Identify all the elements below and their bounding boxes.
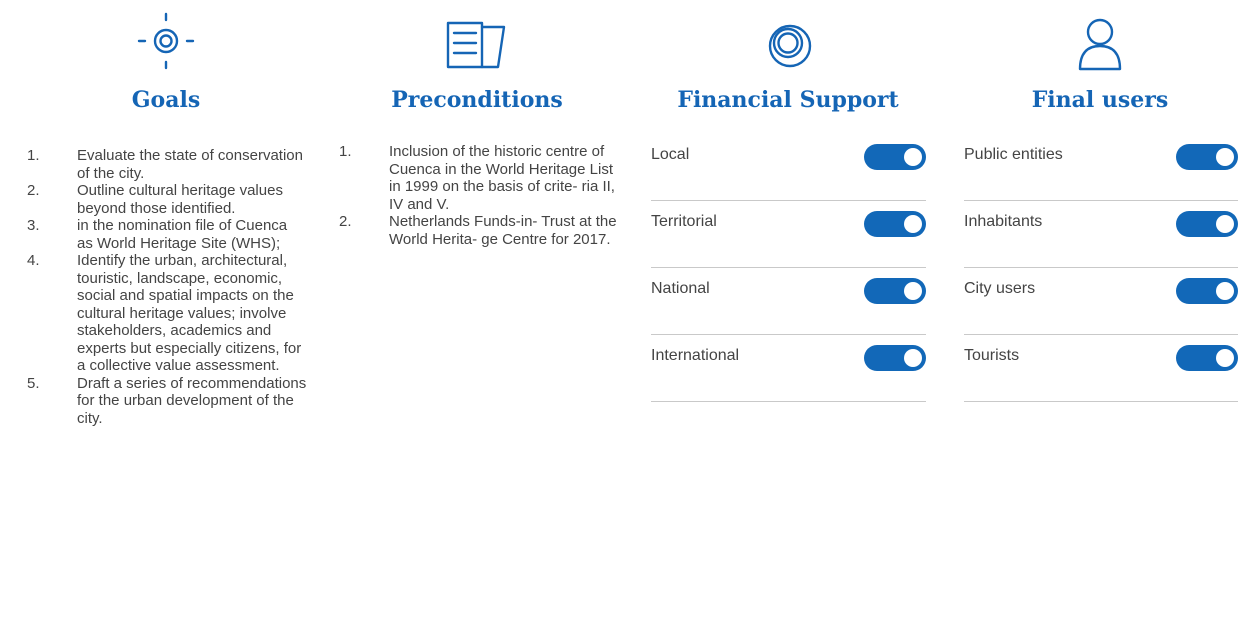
preconditions-list: 1. Inclusion of the historic centre of C… <box>339 143 619 248</box>
toggle-row-international: International <box>651 335 926 402</box>
toggle-knob <box>1216 282 1234 300</box>
toggle-knob <box>1216 148 1234 166</box>
toggle-label: City users <box>964 280 1036 297</box>
toggle-row-local: Local <box>651 134 926 201</box>
inhabitants-toggle[interactable] <box>1176 211 1238 237</box>
city-users-toggle[interactable] <box>1176 278 1238 304</box>
toggle-label: Public entities <box>964 146 1063 163</box>
toggle-row-territorial: Territorial <box>651 201 926 268</box>
list-item: 5. Draft a series of recommendations for… <box>27 375 307 428</box>
toggle-knob <box>1216 349 1234 367</box>
list-item: 1. Evaluate the state of conservation of… <box>27 147 307 182</box>
list-item: 4. Identify the urban, architectural, to… <box>27 252 307 375</box>
list-item: 1. Inclusion of the historic centre of C… <box>339 143 619 213</box>
list-item-text: Evaluate the state of conservation of th… <box>77 147 303 182</box>
local-toggle[interactable] <box>864 144 926 170</box>
user-icon <box>1078 18 1122 71</box>
target-icon <box>137 12 195 70</box>
list-item-text: in the nomination file of Cuenca as Worl… <box>77 217 288 252</box>
list-item-text: Netherlands Funds-in- Trust at the World… <box>389 213 617 248</box>
list-item-text: Inclusion of the historic centre of Cuen… <box>389 143 615 213</box>
financial-support-toggle-list: Local Territorial National International <box>651 134 926 402</box>
toggle-row-city-users: City users <box>964 268 1238 335</box>
list-item-number: 5. <box>27 374 40 392</box>
national-toggle[interactable] <box>864 278 926 304</box>
toggle-label: National <box>651 280 710 297</box>
list-item-number: 1. <box>27 147 40 164</box>
toggle-knob <box>904 148 922 166</box>
tourists-toggle[interactable] <box>1176 345 1238 371</box>
list-item-text: Draft a series of recommendations for th… <box>77 374 307 427</box>
toggle-row-inhabitants: Inhabitants <box>964 201 1238 268</box>
financial-support-heading: Financial Support <box>677 87 899 113</box>
toggle-row-national: National <box>651 268 926 335</box>
toggle-knob <box>904 282 922 300</box>
toggle-label: Local <box>651 146 690 163</box>
list-item-number: 1. <box>339 143 352 160</box>
final-users-heading: Final users <box>1031 87 1169 113</box>
toggle-label: International <box>651 347 740 364</box>
toggle-label: Inhabitants <box>964 213 1043 230</box>
toggle-knob <box>904 215 922 233</box>
goals-list: 1. Evaluate the state of conservation of… <box>27 147 307 427</box>
list-item-number: 2. <box>339 213 352 230</box>
list-item: 2. Outline cultural heritage values beyo… <box>27 182 307 217</box>
toggle-label: Territorial <box>651 213 717 230</box>
document-icon <box>446 21 506 69</box>
list-item: 2. Netherlands Funds-in- Trust at the Wo… <box>339 213 619 248</box>
list-item-text: Identify the urban, architectural, touri… <box>77 252 302 374</box>
list-item-number: 4. <box>27 252 40 269</box>
list-item-number: 2. <box>27 182 40 199</box>
public-entities-toggle[interactable] <box>1176 144 1238 170</box>
list-item-number: 3. <box>27 217 40 234</box>
coins-icon <box>768 24 812 68</box>
goals-heading: Goals <box>131 87 201 113</box>
international-toggle[interactable] <box>864 345 926 371</box>
list-item-text: Outline cultural heritage values beyond … <box>77 182 283 217</box>
final-users-toggle-list: Public entities Inhabitants City users T… <box>964 134 1238 402</box>
toggle-row-tourists: Tourists <box>964 335 1238 402</box>
list-item: 3. in the nomination file of Cuenca as W… <box>27 217 307 252</box>
territorial-toggle[interactable] <box>864 211 926 237</box>
toggle-knob <box>1216 215 1234 233</box>
toggle-knob <box>904 349 922 367</box>
toggle-label: Tourists <box>964 347 1020 364</box>
toggle-row-public-entities: Public entities <box>964 134 1238 201</box>
preconditions-heading: Preconditions <box>391 87 563 113</box>
